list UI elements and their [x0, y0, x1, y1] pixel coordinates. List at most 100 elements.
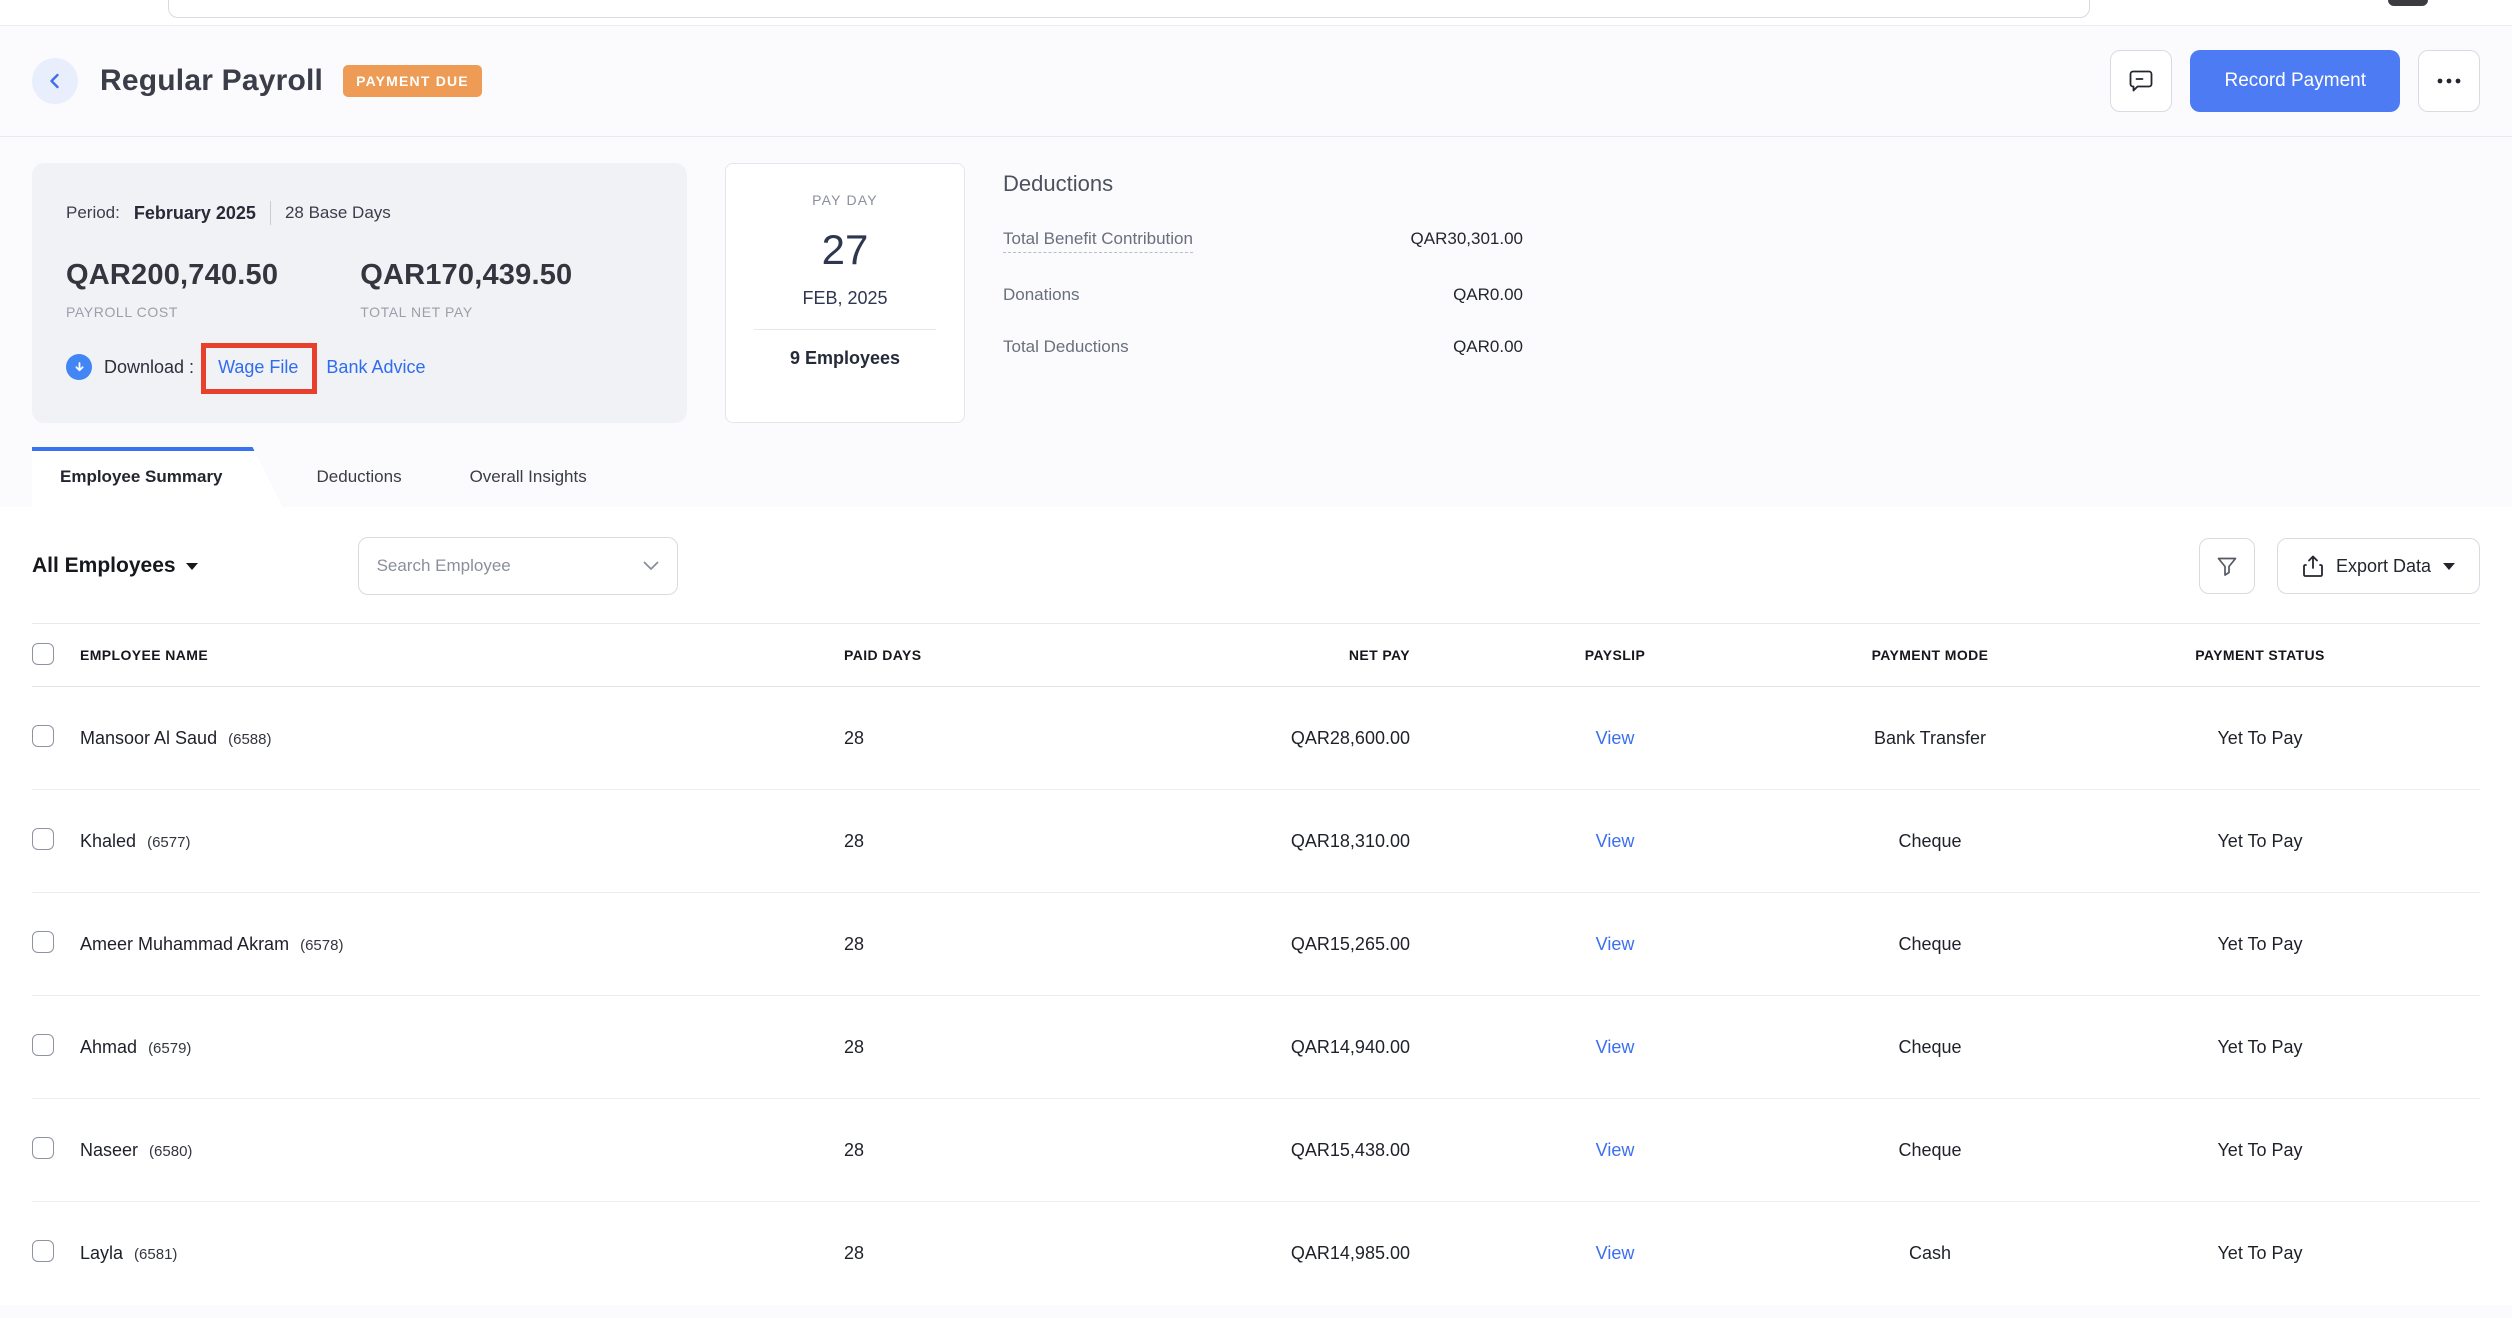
row-checkbox[interactable] — [32, 931, 54, 953]
deduction-row: Donations QAR0.00 — [1003, 285, 1523, 305]
view-payslip-link[interactable]: View — [1596, 831, 1635, 851]
table-header-row: EMPLOYEE NAME PAID DAYS NET PAY PAYSLIP … — [32, 623, 2480, 687]
tab-employee-summary[interactable]: Employee Summary — [32, 447, 283, 507]
more-button[interactable] — [2418, 50, 2480, 112]
page-title: Regular Payroll — [100, 64, 323, 98]
employee-id: (6578) — [300, 937, 343, 954]
period-label: Period: — [66, 203, 120, 223]
search-employee-input[interactable] — [377, 556, 643, 576]
select-all-checkbox[interactable] — [32, 643, 54, 665]
total-net-pay: QAR170,439.50 TOTAL NET PAY — [360, 259, 572, 320]
payment-mode-value: Cash — [1820, 1243, 2040, 1264]
col-payment-mode: PAYMENT MODE — [1820, 647, 2040, 663]
amounts-row: QAR200,740.50 PAYROLL COST QAR170,439.50… — [66, 259, 653, 320]
active-tab-indicator — [32, 447, 283, 451]
payment-status-value: Yet To Pay — [2040, 831, 2480, 852]
tab-label: Deductions — [317, 467, 402, 487]
paid-days-value: 28 — [840, 934, 960, 955]
payroll-cost-value: QAR200,740.50 — [66, 259, 278, 292]
paid-days-value: 28 — [840, 728, 960, 749]
payday-divider — [754, 329, 936, 330]
payment-mode-value: Cheque — [1820, 1037, 2040, 1058]
record-payment-button[interactable]: Record Payment — [2190, 50, 2400, 112]
filter-funnel-icon — [2215, 554, 2239, 578]
chevron-down-icon — [2443, 563, 2455, 570]
export-data-button[interactable]: Export Data — [2277, 538, 2480, 594]
view-payslip-link[interactable]: View — [1596, 1140, 1635, 1160]
header-actions: Record Payment — [2110, 50, 2480, 112]
row-checkbox[interactable] — [32, 1240, 54, 1262]
payment-mode-value: Cheque — [1820, 1140, 2040, 1161]
payday-label: PAY DAY — [746, 192, 944, 208]
summary-section: Period: February 2025 28 Base Days QAR20… — [0, 137, 2512, 423]
row-checkbox[interactable] — [32, 1137, 54, 1159]
col-payslip: PAYSLIP — [1410, 647, 1820, 663]
tab-deductions[interactable]: Deductions — [283, 447, 436, 507]
chevron-down-icon[interactable] — [643, 561, 659, 571]
deduction-value: QAR0.00 — [1453, 285, 1523, 305]
view-payslip-link[interactable]: View — [1596, 728, 1635, 748]
payment-status-value: Yet To Pay — [2040, 934, 2480, 955]
chevron-down-icon — [186, 563, 198, 570]
employee-name: Khaled — [80, 831, 136, 851]
payday-day: 27 — [746, 226, 944, 274]
tab-overall-insights[interactable]: Overall Insights — [436, 447, 621, 507]
col-net-pay: NET PAY — [960, 647, 1410, 663]
deductions-summary: Deductions Total Benefit Contribution QA… — [1003, 163, 1523, 357]
payment-status-value: Yet To Pay — [2040, 1243, 2480, 1264]
table-row: Naseer (6580) 28 QAR15,438.00 View Chequ… — [32, 1099, 2480, 1202]
table-row: Layla (6581) 28 QAR14,985.00 View Cash Y… — [32, 1202, 2480, 1305]
net-pay-value: QAR18,310.00 — [960, 831, 1410, 852]
cutoff-avatar-remnant — [2388, 0, 2428, 6]
paid-days-value: 28 — [840, 1037, 960, 1058]
tab-content: All Employees Export Data — [0, 507, 2512, 1305]
view-payslip-link[interactable]: View — [1596, 934, 1635, 954]
table-row: Ameer Muhammad Akram (6578) 28 QAR15,265… — [32, 893, 2480, 996]
paid-days-value: 28 — [840, 1140, 960, 1161]
export-share-icon — [2302, 554, 2324, 578]
table-row: Khaled (6577) 28 QAR18,310.00 View Chequ… — [32, 790, 2480, 893]
vertical-divider — [270, 201, 271, 225]
employee-id: (6581) — [134, 1246, 177, 1263]
view-payslip-link[interactable]: View — [1596, 1037, 1635, 1057]
payday-card: PAY DAY 27 FEB, 2025 9 Employees — [725, 163, 965, 423]
view-payslip-link[interactable]: View — [1596, 1243, 1635, 1263]
deduction-label[interactable]: Total Benefit Contribution — [1003, 229, 1193, 253]
payment-mode-value: Cheque — [1820, 934, 2040, 955]
deduction-row: Total Benefit Contribution QAR30,301.00 — [1003, 229, 1523, 253]
comment-icon — [2127, 67, 2155, 95]
tab-label: Employee Summary — [60, 467, 223, 487]
tab-label: Overall Insights — [470, 467, 587, 487]
deduction-value: QAR0.00 — [1453, 337, 1523, 357]
top-strip — [0, 0, 2512, 26]
employee-id: (6580) — [149, 1143, 192, 1160]
payment-mode-value: Cheque — [1820, 831, 2040, 852]
payment-status-value: Yet To Pay — [2040, 1140, 2480, 1161]
net-pay-value: QAR28,600.00 — [960, 728, 1410, 749]
deduction-label: Total Deductions — [1003, 337, 1129, 357]
employee-filter-dropdown[interactable]: All Employees — [32, 554, 198, 578]
payment-status-value: Yet To Pay — [2040, 1037, 2480, 1058]
wage-file-link[interactable]: Wage File — [218, 357, 298, 377]
period-line: Period: February 2025 28 Base Days — [66, 201, 653, 225]
toolbar-right: Export Data — [2199, 538, 2480, 594]
export-data-label: Export Data — [2336, 556, 2431, 577]
payment-status-value: Yet To Pay — [2040, 728, 2480, 749]
back-button[interactable] — [32, 58, 78, 104]
payment-mode-value: Bank Transfer — [1820, 728, 2040, 749]
row-checkbox[interactable] — [32, 725, 54, 747]
employee-id: (6588) — [228, 731, 271, 748]
bank-advice-link[interactable]: Bank Advice — [326, 357, 425, 378]
payday-month-year: FEB, 2025 — [746, 288, 944, 309]
table-toolbar: All Employees Export Data — [0, 507, 2512, 623]
period-value: February 2025 — [134, 203, 256, 224]
deduction-row: Total Deductions QAR0.00 — [1003, 337, 1523, 357]
comment-button[interactable] — [2110, 50, 2172, 112]
base-days: 28 Base Days — [285, 203, 391, 223]
net-pay-value: QAR15,265.00 — [960, 934, 1410, 955]
chevron-left-icon — [46, 72, 64, 90]
row-checkbox[interactable] — [32, 1034, 54, 1056]
filter-button[interactable] — [2199, 538, 2255, 594]
row-checkbox[interactable] — [32, 828, 54, 850]
paid-days-value: 28 — [840, 1243, 960, 1264]
